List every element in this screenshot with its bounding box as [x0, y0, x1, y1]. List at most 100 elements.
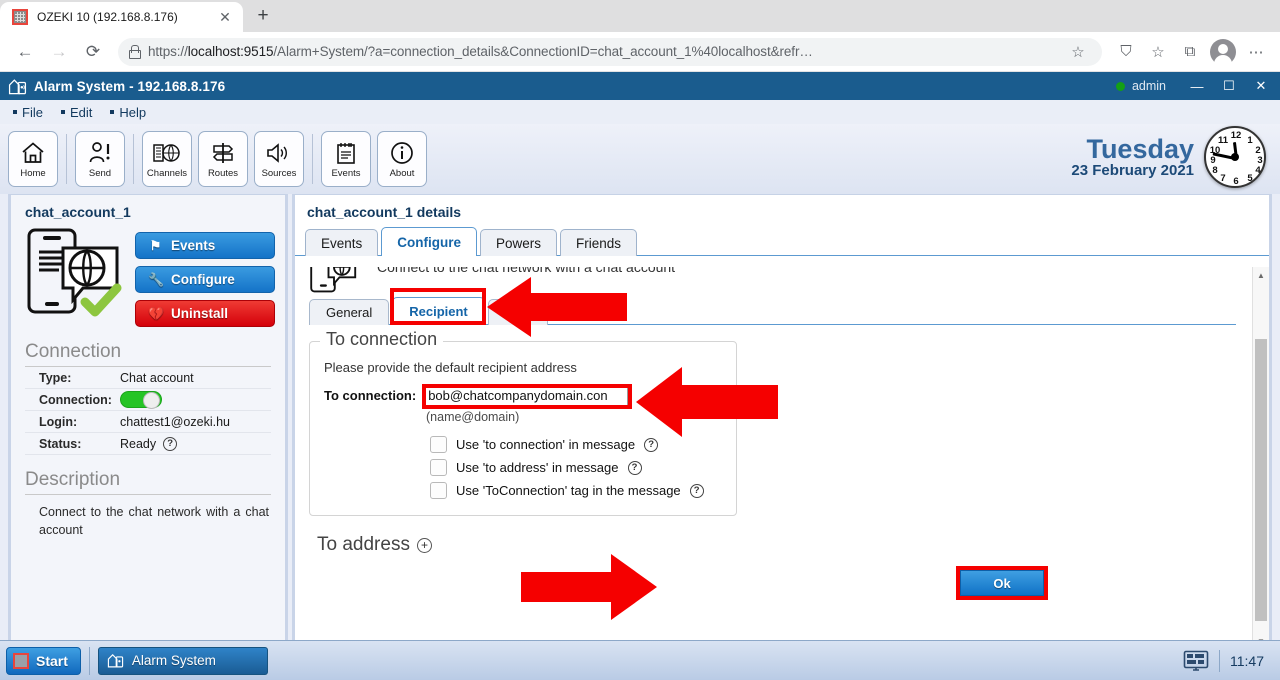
tab-events[interactable]: Events	[305, 229, 379, 256]
page-title: chat_account_1 details	[307, 204, 462, 220]
toolbar-separator	[133, 134, 134, 184]
toolbar-about-label: About	[389, 168, 415, 180]
sources-speaker-icon	[265, 139, 293, 167]
toolbar-about-button[interactable]: About	[377, 131, 427, 187]
description-text: Connect to the chat network with a chat …	[39, 505, 269, 538]
send-person-icon	[87, 139, 113, 167]
sidebar-configure-label: Configure	[171, 272, 235, 287]
menu-help[interactable]: Help	[103, 103, 153, 122]
maximize-button[interactable]: ☐	[1214, 73, 1244, 99]
start-button[interactable]: Start	[6, 646, 81, 675]
wrench-icon: 🔧	[148, 271, 165, 287]
channels-icon	[152, 139, 182, 167]
back-icon[interactable]: ←	[10, 37, 40, 67]
to-address-section[interactable]: To address +	[317, 534, 1250, 556]
sidebar-uninstall-button[interactable]: 💔 Uninstall	[135, 300, 275, 327]
browser-tabstrip: OZEKI 10 (192.168.8.176) ✕ +	[0, 0, 1280, 32]
add-to-favorites-icon[interactable]: ☆	[1064, 38, 1092, 66]
connection-section-title: Connection	[25, 341, 122, 362]
browser-tab[interactable]: OZEKI 10 (192.168.8.176) ✕	[0, 2, 243, 32]
chat-account-icon	[303, 267, 365, 293]
sidebar-events-button[interactable]: ⚑ Events	[135, 232, 275, 259]
description-section-title: Description	[25, 469, 121, 490]
connection-toggle[interactable]	[120, 391, 162, 409]
close-icon[interactable]: ✕	[215, 7, 235, 27]
forward-icon[interactable]: →	[44, 37, 74, 67]
plus-icon[interactable]: +	[416, 537, 432, 553]
close-button[interactable]: ✕	[1246, 73, 1276, 99]
profile-avatar[interactable]	[1210, 38, 1236, 66]
checkbox-row: Use 'to address' in message ?	[430, 459, 722, 476]
row-value	[120, 391, 162, 409]
toolbar-home-button[interactable]: Home	[8, 131, 58, 187]
menu-edit[interactable]: Edit	[54, 103, 99, 122]
to-connection-input[interactable]: bob@chatcompanydomain.con	[424, 385, 629, 406]
scrollbar-track[interactable]	[1253, 283, 1269, 633]
display-icon[interactable]	[1183, 650, 1209, 672]
inner-tabs: General Recipient	[295, 297, 1250, 325]
app-title: Alarm System - 192.168.8.176	[34, 78, 226, 94]
tab-friends[interactable]: Friends	[560, 229, 638, 256]
connection-properties-table: Type: Chat account Connection: Login: ch…	[25, 367, 271, 455]
ok-button[interactable]: Ok	[956, 566, 1048, 600]
scroll-up-icon[interactable]: ▲	[1253, 267, 1269, 283]
bullet-icon	[60, 110, 65, 114]
tab-content: Connect to the chat network with a chat …	[295, 267, 1269, 649]
toolbar-sources-label: Sources	[261, 168, 297, 180]
scrollbar-thumb[interactable]	[1255, 339, 1267, 621]
toolbar-events-button[interactable]: Events	[321, 131, 371, 187]
vertical-scrollbar[interactable]: ▲ ▼	[1252, 267, 1269, 649]
toolbar-channels-label: Channels	[146, 168, 188, 180]
tab-powers[interactable]: Powers	[480, 229, 558, 256]
collections-icon[interactable]: ⧉	[1176, 38, 1204, 66]
broken-heart-icon: 💔	[148, 305, 165, 321]
arrow-to-connection-input	[636, 363, 778, 441]
to-address-label: To address	[317, 534, 410, 555]
tab-configure[interactable]: Configure	[381, 227, 478, 256]
taskbar-item-alarm-system[interactable]: Alarm System	[97, 646, 268, 675]
taskbar-clock[interactable]: 11:47	[1230, 653, 1264, 669]
table-row: Connection:	[25, 389, 271, 411]
taskbar-item-label: Alarm System	[131, 653, 216, 668]
divider	[88, 646, 90, 675]
sidebar-title: chat_account_1	[25, 204, 131, 220]
browser-tab-title: OZEKI 10 (192.168.8.176)	[37, 10, 178, 24]
arrow-to-ok-button	[521, 552, 657, 622]
help-icon[interactable]: ?	[627, 460, 642, 475]
menu-file[interactable]: File	[6, 103, 50, 122]
toolbar-sources-button[interactable]: Sources	[254, 131, 304, 187]
menu-help-label: Help	[119, 104, 147, 120]
status-value: Ready	[120, 436, 157, 451]
toolbar-send-button[interactable]: Send	[75, 131, 125, 187]
toolbar-routes-button[interactable]: Routes	[198, 131, 248, 187]
use-toconnection-tag-checkbox[interactable]	[430, 482, 447, 499]
reload-icon[interactable]: ⟳	[78, 37, 108, 67]
tab-general[interactable]: General	[309, 299, 390, 325]
sidebar-configure-button[interactable]: 🔧 Configure	[135, 266, 275, 293]
app-menubar: File Edit Help	[0, 100, 1280, 124]
arrow-to-recipient-tab	[487, 273, 627, 341]
user-name[interactable]: admin	[1132, 79, 1166, 93]
table-row: Login: chattest1@ozeki.hu	[25, 411, 271, 433]
use-to-connection-checkbox[interactable]	[430, 436, 447, 453]
address-bar[interactable]: https://localhost:9515/Alarm+System/?a=c…	[118, 37, 1102, 66]
menu-edit-label: Edit	[69, 104, 93, 120]
routes-icon	[210, 139, 236, 167]
help-icon[interactable]: ?	[689, 483, 704, 498]
chat-account-icon	[25, 226, 125, 318]
new-tab-button[interactable]: +	[249, 2, 277, 30]
date-full: 23 February 2021	[1071, 161, 1194, 179]
minimize-button[interactable]: —	[1182, 73, 1212, 99]
shield-icon[interactable]: ⛉	[1112, 38, 1140, 66]
connection-sidebar: chat_account_1 ⚑ Events 🔧 Configure 💔 Un…	[8, 194, 288, 650]
row-key: Connection:	[39, 392, 112, 407]
tab-recipient[interactable]: Recipient	[392, 297, 485, 325]
home-icon	[20, 139, 46, 167]
toolbar-channels-button[interactable]: Channels	[142, 131, 192, 187]
alarm-system-icon	[107, 652, 124, 669]
more-options-icon[interactable]: ⋯	[1242, 38, 1270, 66]
help-icon[interactable]: ?	[163, 436, 178, 451]
use-to-address-checkbox[interactable]	[430, 459, 447, 476]
favorites-star-icon[interactable]: ☆	[1144, 38, 1172, 66]
row-key: Status:	[39, 436, 82, 451]
